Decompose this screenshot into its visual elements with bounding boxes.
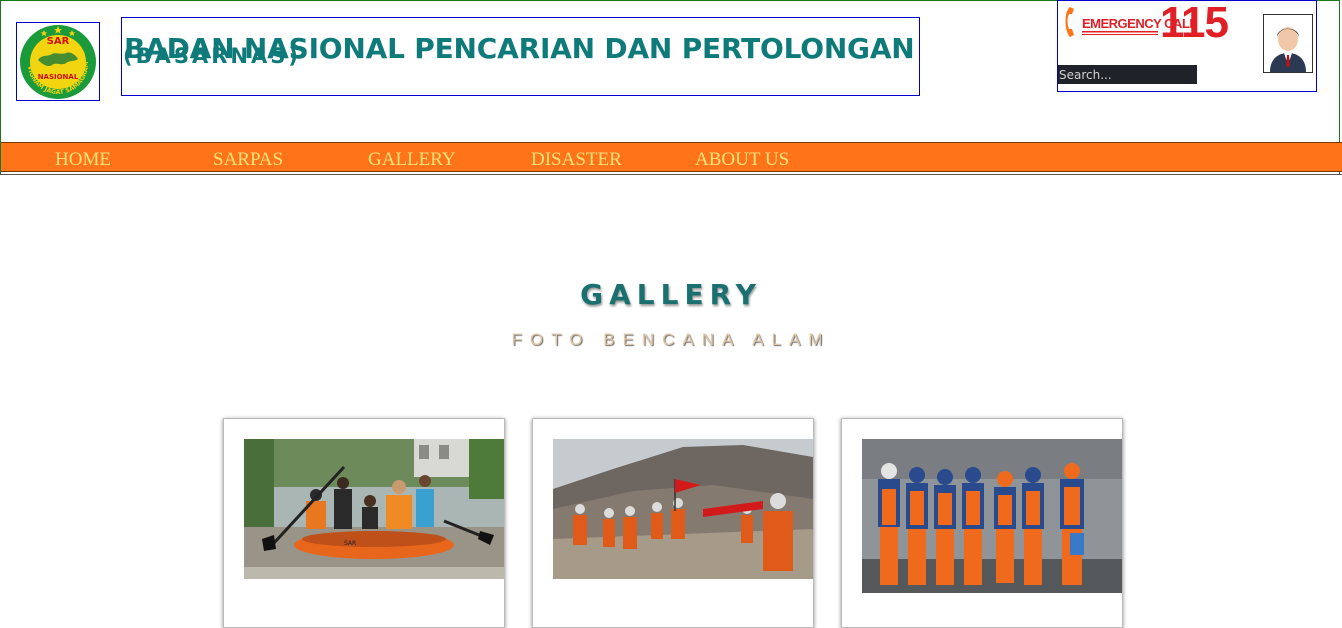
svg-text:115: 115 (1160, 1, 1228, 43)
search-input[interactable] (1058, 65, 1197, 84)
nav-divider (0, 174, 1342, 175)
main-navbar: HOME SARPAS GALLERY DISASTER ABOUT US (1, 142, 1342, 172)
svg-text:SAR: SAR (344, 540, 356, 547)
earthquake-rescue-team-photo (862, 439, 1122, 593)
flood-rescue-raft-photo: SAR (244, 439, 504, 579)
gallery-subheading: FOTO BENCANA ALAM (511, 330, 831, 349)
landslide-rescue-team-photo (553, 439, 813, 579)
gallery-heading: GALLERY (580, 278, 762, 311)
nav-about-us[interactable]: ABOUT US (695, 149, 789, 171)
nav-sarpas[interactable]: SARPAS (213, 149, 283, 171)
user-avatar-icon (1264, 15, 1312, 72)
basarnas-logo[interactable]: SAR NASIONAL AVIGNAM JAGAT SAMAGRAM (16, 22, 100, 101)
emergency-call-banner[interactable]: EMERGENCY CALL 115 (1062, 1, 1228, 43)
gallery-card-earthquake[interactable] (841, 418, 1123, 628)
gallery-card-landslide[interactable] (532, 418, 814, 628)
user-avatar[interactable] (1263, 14, 1313, 73)
site-subtitle: (BASARNAS) (123, 44, 301, 68)
gallery-card-flood[interactable]: SAR (223, 418, 505, 628)
nav-home[interactable]: HOME (55, 149, 111, 171)
svg-text:NASIONAL: NASIONAL (38, 73, 79, 81)
svg-text:SAR: SAR (47, 36, 70, 47)
title-box: BADAN NASIONAL PENCARIAN DAN PERTOLONGAN… (121, 17, 920, 96)
nav-gallery[interactable]: GALLERY (368, 149, 456, 171)
nav-disaster[interactable]: DISASTER (531, 149, 622, 171)
sar-emblem-icon: SAR NASIONAL AVIGNAM JAGAT SAMAGRAM (18, 24, 96, 99)
